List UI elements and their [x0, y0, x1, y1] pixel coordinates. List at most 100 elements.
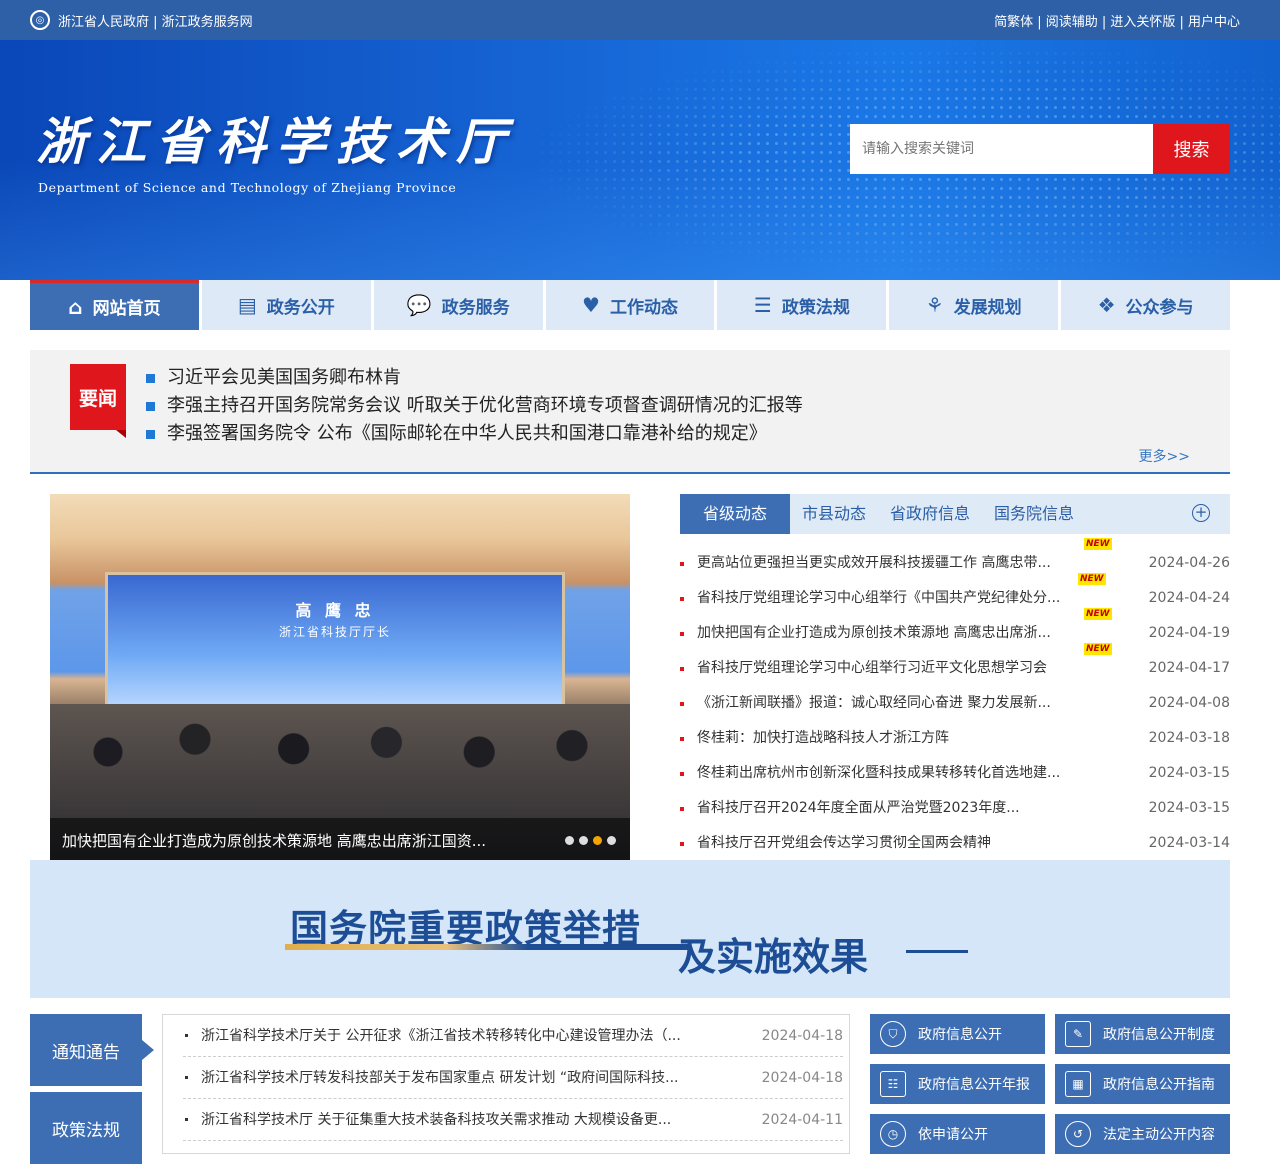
nav-planning[interactable]: ⚘ 发展规划 — [886, 280, 1058, 330]
list-item[interactable]: 更高站位更强担当更实成效开展科技援疆工作 高鹰忠带... NEW 2024-04-2… — [680, 538, 1230, 581]
carousel-dot-active[interactable] — [593, 836, 602, 845]
list-item[interactable]: 省科技厅召开2024年度全面从严治党暨2023年度... 2024-03-15 — [680, 791, 1230, 826]
gov-link-label: 政府信息公开 — [918, 1027, 1002, 1043]
banner-glow — [0, 160, 1280, 280]
news-date: 2024-04-24 — [1148, 590, 1230, 606]
tab-city-county[interactable]: 市县动态 — [790, 494, 878, 534]
policy-banner[interactable]: 国务院重要政策举措 及实施效果 — [30, 860, 1230, 998]
carousel-caption-text[interactable]: 加快把国有企业打造成为原创技术策源地 高鹰忠出席浙江国资... — [62, 832, 486, 850]
news-title[interactable]: 省科技厅党组理论学习中心组举行《中国共产党纪律处分... — [697, 590, 1060, 606]
news-title[interactable]: 更高站位更强担当更实成效开展科技援疆工作 高鹰忠带... — [697, 555, 1051, 571]
headline-text[interactable]: 李强主持召开国务院常务会议 听取关于优化营商环境专项督查调研情况的汇报等 — [167, 392, 803, 420]
list-icon: ▤ — [237, 293, 257, 317]
carousel-photo-screen: 高 鹰 忠 浙江省科技厅厅长 — [105, 572, 565, 712]
tab-provincial[interactable]: 省级动态 — [680, 494, 790, 534]
news-title[interactable]: 省科技厅召开2024年度全面从严治党暨2023年度... — [697, 800, 1020, 816]
nav-label: 网站首页 — [92, 299, 161, 319]
gov-info-system-button[interactable]: ✎ 政府信息公开制度 — [1055, 1014, 1230, 1054]
gov-link-label: 依申请公开 — [918, 1127, 988, 1143]
list-item[interactable]: 省科技厅召开党组会传达学习贯彻全国两会精神 2024-03-14 — [680, 826, 1230, 861]
notice-title[interactable]: 浙江省科学技术厅 关于征集重大技术装备科技攻关需求推动 大规模设备更... — [201, 1112, 671, 1128]
list-item[interactable]: 浙江省科学技术厅关于 公开征求《浙江省技术转移转化中心建设管理办法（... 202… — [183, 1015, 843, 1057]
search-box: 搜索 — [850, 124, 1230, 174]
list-item[interactable]: 《浙江新闻联播》报道：诚心取经同心奋进 聚力发展新... 2024-04-08 — [680, 686, 1230, 721]
news-date: 2024-04-17 — [1148, 660, 1230, 676]
news-date: 2024-03-15 — [1148, 800, 1230, 816]
search-button[interactable]: 搜索 — [1153, 124, 1230, 174]
shield-icon: ⛉ — [880, 1021, 906, 1047]
nav-gov-affairs[interactable]: ▤ 政务公开 — [198, 280, 371, 330]
nav-policy[interactable]: ☰ 政策法规 — [714, 280, 886, 330]
news-date: 2024-03-15 — [1148, 765, 1230, 781]
accessibility-links[interactable]: 简繁体 | 阅读辅助 | 进入关怀版 | 用户中心 — [994, 15, 1240, 30]
nav-label: 公众参与 — [1125, 297, 1194, 318]
edit-icon: ✎ — [1065, 1021, 1091, 1047]
list-item[interactable]: 省科技厅党组理论学习中心组举行《中国共产党纪律处分... NEW 2024-04-2… — [680, 573, 1230, 616]
top-bar-right-links[interactable]: 简繁体 | 阅读辅助 | 进入关怀版 | 用户中心 — [992, 11, 1240, 30]
headline-more-link[interactable]: 更多>> — [1139, 446, 1190, 466]
apply-disclosure-button[interactable]: ◷ 依申请公开 — [870, 1114, 1045, 1154]
nav-participation[interactable]: ❖ 公众参与 — [1058, 280, 1230, 330]
notice-date: 2024-04-18 — [761, 1028, 843, 1044]
site-title: 浙江省科学技术厅 — [36, 112, 516, 171]
notice-title[interactable]: 浙江省科学技术厅关于 公开征求《浙江省技术转移转化中心建设管理办法（... — [201, 1028, 681, 1044]
carousel-dot[interactable] — [607, 836, 616, 845]
gov-info-annual-report-button[interactable]: ☷ 政府信息公开年报 — [870, 1064, 1045, 1104]
plus-circle-icon[interactable]: + — [1192, 504, 1210, 522]
news-title[interactable]: 省科技厅党组理论学习中心组举行习近平文化思想学习会 — [697, 660, 1047, 676]
nav-label: 政务服务 — [441, 297, 510, 318]
gov-link-label: 政府信息公开指南 — [1103, 1077, 1215, 1093]
notice-date: 2024-04-11 — [761, 1112, 843, 1128]
site-subtitle: Department of Science and Technology of … — [38, 180, 457, 195]
news-carousel[interactable]: 高 鹰 忠 浙江省科技厅厅长 加快把国有企业打造成为原创技术策源地 高鹰忠出席浙… — [50, 494, 630, 864]
nav-label: 发展规划 — [953, 297, 1022, 318]
headline-text[interactable]: 李强签署国务院令 公布《国际邮轮在中华人民共和国港口靠港补给的规定》 — [167, 420, 767, 448]
carousel-caption[interactable]: 加快把国有企业打造成为原创技术策源地 高鹰忠出席浙江国资... — [50, 818, 630, 864]
gov-info-guide-button[interactable]: ▦ 政府信息公开指南 — [1055, 1064, 1230, 1104]
news-date: 2024-04-19 — [1148, 625, 1230, 641]
statutory-disclosure-button[interactable]: ↺ 法定主动公开内容 — [1055, 1114, 1230, 1154]
list-item[interactable]: 佟桂莉出席杭州市创新深化暨科技成果转移转化首选地建... 2024-03-15 — [680, 756, 1230, 791]
bottom-section: 通知通告 政策法规 浙江省科学技术厅关于 公开征求《浙江省技术转移转化中心建设管… — [0, 998, 1280, 1164]
notice-list: 浙江省科学技术厅关于 公开征求《浙江省技术转移转化中心建设管理办法（... 202… — [162, 1014, 850, 1154]
news-title[interactable]: 佟桂莉：加快打造战略科技人才浙江方阵 — [697, 730, 949, 746]
carousel-pager — [565, 836, 616, 845]
gov-info-disclosure-button[interactable]: ⛉ 政府信息公开 — [870, 1014, 1045, 1054]
carousel-dot[interactable] — [579, 836, 588, 845]
carousel-dot[interactable] — [565, 836, 574, 845]
gov-link-label: 政府信息公开制度 — [1103, 1027, 1215, 1043]
list-item[interactable]: 佟桂莉：加快打造战略科技人才浙江方阵 2024-03-18 — [680, 721, 1230, 756]
news-title[interactable]: 《浙江新闻联播》报道：诚心取经同心奋进 聚力发展新... — [697, 695, 1051, 711]
notice-date: 2024-04-18 — [761, 1070, 843, 1086]
tab-provincial-gov[interactable]: 省政府信息 — [878, 494, 982, 534]
gov-portal-links[interactable]: 浙江省人民政府 | 浙江政务服务网 — [58, 11, 253, 30]
chart-icon: ▦ — [1065, 1071, 1091, 1097]
headline-item[interactable]: 习近平会见美国国务卿布林肯 — [146, 364, 803, 392]
headline-item[interactable]: 李强主持召开国务院常务会议 听取关于优化营商环境专项督查调研情况的汇报等 — [146, 392, 803, 420]
gov-link-label: 政府信息公开年报 — [918, 1077, 1030, 1093]
tab-notices[interactable]: 通知通告 — [30, 1014, 154, 1086]
top-bar: ◎ 浙江省人民政府 | 浙江政务服务网 简繁体 | 阅读辅助 | 进入关怀版 |… — [0, 0, 1280, 40]
nav-home[interactable]: ⌂ 网站首页 — [30, 280, 199, 330]
nav-work-news[interactable]: ♥ 工作动态 — [542, 280, 715, 330]
home-icon: ⌂ — [68, 294, 83, 319]
headline-news: 要闻 习近平会见美国国务卿布林肯 李强主持召开国务院常务会议 听取关于优化营商环… — [30, 350, 1230, 474]
people-icon: ❖ — [1097, 293, 1116, 317]
news-list: 更高站位更强担当更实成效开展科技援疆工作 高鹰忠带... NEW 2024-04-2… — [680, 538, 1230, 861]
news-title[interactable]: 加快把国有企业打造成为原创技术策源地 高鹰忠出席浙... — [697, 625, 1051, 641]
list-item[interactable]: 浙江省科学技术厅转发科技部关于发布国家重点 研发计划 “政府间国际科技... 20… — [183, 1057, 843, 1099]
list-item[interactable]: 加快把国有企业打造成为原创技术策源地 高鹰忠出席浙... NEW 2024-04-1… — [680, 608, 1230, 651]
tab-policies[interactable]: 政策法规 — [30, 1092, 142, 1164]
headline-text[interactable]: 习近平会见美国国务卿布林肯 — [167, 364, 401, 392]
list-item[interactable]: 省科技厅党组理论学习中心组举行习近平文化思想学习会 NEW 2024-04-17 — [680, 643, 1230, 686]
news-panel: 省级动态 市县动态 省政府信息 国务院信息 + 更高站位更强担当更实成效开展科技… — [680, 494, 1230, 861]
notice-title[interactable]: 浙江省科学技术厅转发科技部关于发布国家重点 研发计划 “政府间国际科技... — [201, 1070, 679, 1086]
search-input[interactable] — [850, 124, 1153, 174]
tab-state-council[interactable]: 国务院信息 — [982, 494, 1086, 534]
nav-gov-services[interactable]: 💬 政务服务 — [370, 280, 543, 330]
list-item[interactable]: 浙江省科学技术厅 关于征集重大技术装备科技攻关需求推动 大规模设备更... 202… — [183, 1099, 843, 1141]
news-title[interactable]: 佟桂莉出席杭州市创新深化暨科技成果转移转化首选地建... — [697, 765, 1060, 781]
new-badge-icon: NEW — [1084, 538, 1112, 550]
news-title[interactable]: 省科技厅召开党组会传达学习贯彻全国两会精神 — [697, 835, 991, 851]
headline-item[interactable]: 李强签署国务院令 公布《国际邮轮在中华人民共和国港口靠港补给的规定》 — [146, 420, 803, 448]
